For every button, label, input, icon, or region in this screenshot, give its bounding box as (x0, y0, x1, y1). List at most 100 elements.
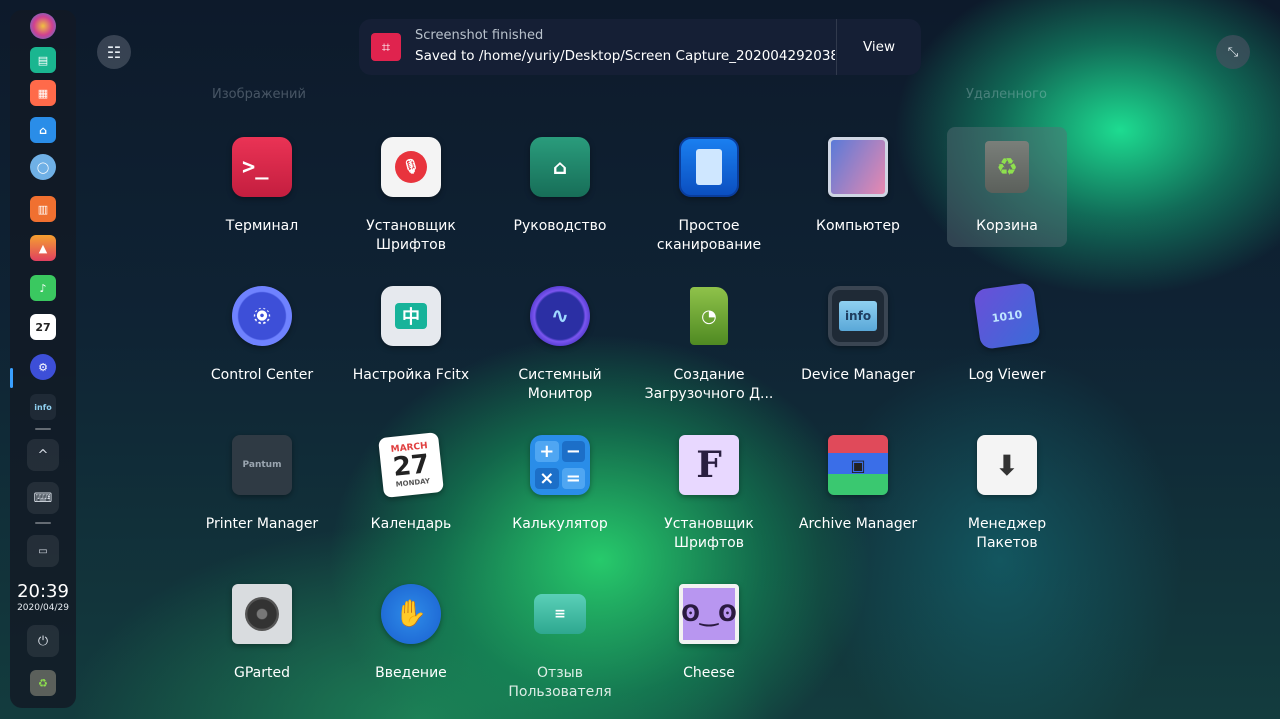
minus-key: − (561, 441, 585, 463)
app-fcitx-config[interactable]: 中 Настройка Fcitx (351, 276, 471, 396)
app-label: Терминал (225, 218, 299, 234)
chinese-char-icon: 中 (395, 303, 427, 329)
app-label: Настройка Fcitx (352, 367, 470, 383)
screenshot-notification[interactable]: ⌗ Screenshot finished Saved to /home/yur… (359, 19, 921, 75)
app-label: Cheese (683, 665, 735, 681)
info-screen-icon: info (839, 301, 877, 331)
app-manual[interactable]: ⌂ Руководство (500, 127, 620, 247)
gparted-icon (232, 584, 292, 644)
hard-disk-icon (245, 597, 279, 631)
image-viewer-icon[interactable]: ▲ (30, 235, 56, 261)
app-label: Системный Монитор (518, 367, 602, 402)
app-store-icon[interactable]: ▦ (30, 80, 56, 106)
dock-collapse-button[interactable]: ^ (27, 439, 59, 471)
printer-icon: Pantum (232, 435, 292, 495)
dock: ▤ ▦ ⌂ ◯ ▥ ▲ ♪ 27 ⚙ info ^ ⌨ ▭ 20:39 2020… (10, 10, 76, 708)
calendar-icon: MARCH 27 MONDAY (378, 432, 444, 498)
app-font-installer-2[interactable]: F Установщик Шрифтов (649, 425, 769, 551)
dock-separator (35, 522, 51, 524)
scanner-icon (679, 137, 739, 197)
view-button[interactable]: View (837, 19, 921, 75)
terminal-icon: >_ (232, 137, 292, 197)
app-label: Printer Manager (205, 516, 319, 532)
archive-manager-icon: ▣ (828, 435, 888, 495)
app-computer[interactable]: Компьютер (798, 127, 918, 247)
app-cheese[interactable]: ʘ‿ʘ Cheese (649, 574, 769, 694)
app-calculator[interactable]: + − × = Калькулятор (500, 425, 620, 545)
app-simple-scan[interactable]: Простое сканирование (649, 127, 769, 253)
app-gparted[interactable]: GParted (202, 574, 322, 694)
active-indicator (10, 368, 13, 388)
app-device-manager[interactable]: info Device Manager (798, 276, 918, 396)
clock-time[interactable]: 20:39 (10, 581, 76, 602)
recycle-icon: ♻ (985, 141, 1029, 193)
music-store-icon[interactable]: ▥ (30, 196, 56, 222)
manual-icon: ⌂ (530, 137, 590, 197)
app-label: GParted (234, 665, 290, 681)
app-terminal[interactable]: >_ Терминал (202, 127, 322, 247)
feedback-icon: ≡ (530, 584, 590, 644)
device-manager-icon: info (828, 286, 888, 346)
onscreen-keyboard-icon[interactable]: ▭ (27, 535, 59, 567)
exit-fullscreen-icon[interactable]: ⤡ (1216, 35, 1250, 69)
app-package-manager[interactable]: ⬇ Менеджер Пакетов (947, 425, 1067, 551)
calendar-icon[interactable]: 27 (30, 314, 56, 340)
app-boot-maker[interactable]: ◔ Создание Загрузочного Д... (645, 276, 773, 402)
app-label: Простое сканирование (656, 218, 762, 253)
dock-separator (35, 428, 51, 430)
app-font-installer[interactable]: 🎙 Установщик Шрифтов (351, 127, 471, 253)
system-monitor-icon: ∿ (530, 286, 590, 346)
boot-maker-icon: ◔ (679, 286, 739, 346)
app-trash[interactable]: ♻ Корзина (947, 127, 1067, 247)
launcher-icon[interactable] (30, 13, 56, 39)
app-label: Control Center (210, 367, 314, 383)
trash-icon: ♻ (977, 137, 1037, 197)
notification-body: Saved to /home/yuriy/Desktop/Screen Capt… (415, 48, 835, 64)
keyboard-icon[interactable]: ⌨ (27, 482, 59, 514)
control-center-icon: ⚙ (232, 286, 292, 346)
times-key: × (535, 467, 559, 489)
browser-icon[interactable]: ◯ (30, 154, 56, 180)
introduction-icon: ✋ (381, 584, 441, 644)
app-label: Компьютер (816, 218, 900, 234)
app-label: Корзина (976, 218, 1038, 234)
plus-key: + (535, 441, 559, 463)
power-icon[interactable]: ⏻ (27, 625, 59, 657)
app-label: Введение (375, 665, 447, 681)
app-control-center[interactable]: ⚙ Control Center (202, 276, 322, 396)
app-label: Отзыв Пользователя (508, 665, 612, 700)
faded-app-label: Удаленного (966, 87, 1047, 102)
trash-icon[interactable]: ♻ (30, 670, 56, 696)
app-calendar[interactable]: MARCH 27 MONDAY Календарь (351, 425, 471, 545)
app-user-feedback[interactable]: ≡ Отзыв Пользователя (500, 574, 620, 700)
device-manager-icon[interactable]: info (30, 394, 56, 420)
equals-key: = (561, 467, 585, 489)
app-printer-manager[interactable]: Pantum Printer Manager (202, 425, 322, 545)
control-center-icon[interactable]: ⚙ (30, 354, 56, 380)
microphone-icon: 🎙 (395, 151, 427, 183)
app-label: Менеджер Пакетов (967, 516, 1047, 551)
notification-title: Screenshot finished (415, 28, 544, 43)
file-manager-icon[interactable]: ▤ (30, 47, 56, 73)
app-label: Log Viewer (968, 367, 1046, 383)
app-archive-manager[interactable]: ▣ Archive Manager (798, 425, 918, 545)
calculator-icon: + − × = (530, 435, 590, 495)
calendar-day: 27 (391, 449, 431, 483)
font-installer-icon: 🎙 (381, 137, 441, 197)
app-label: Установщик Шрифтов (366, 218, 456, 253)
deepin-store-icon[interactable]: ⌂ (30, 117, 56, 143)
app-label: Создание Загрузочного Д... (644, 367, 774, 402)
category-mode-toggle-icon[interactable]: ☷ (97, 35, 131, 69)
screenshot-crop-icon: ⌗ (371, 33, 401, 61)
app-label: Установщик Шрифтов (664, 516, 754, 551)
app-label: Device Manager (801, 367, 915, 383)
music-icon[interactable]: ♪ (30, 275, 56, 301)
app-introduction[interactable]: ✋ Введение (351, 574, 471, 694)
chat-bubble-icon: ≡ (534, 594, 586, 634)
app-system-monitor[interactable]: ∿ Системный Монитор (500, 276, 620, 402)
app-log-viewer[interactable]: 1010 Log Viewer (947, 276, 1067, 396)
package-manager-icon: ⬇ (977, 435, 1037, 495)
app-label: Руководство (513, 218, 607, 234)
font-installer-f-icon: F (679, 435, 739, 495)
computer-icon (828, 137, 888, 197)
